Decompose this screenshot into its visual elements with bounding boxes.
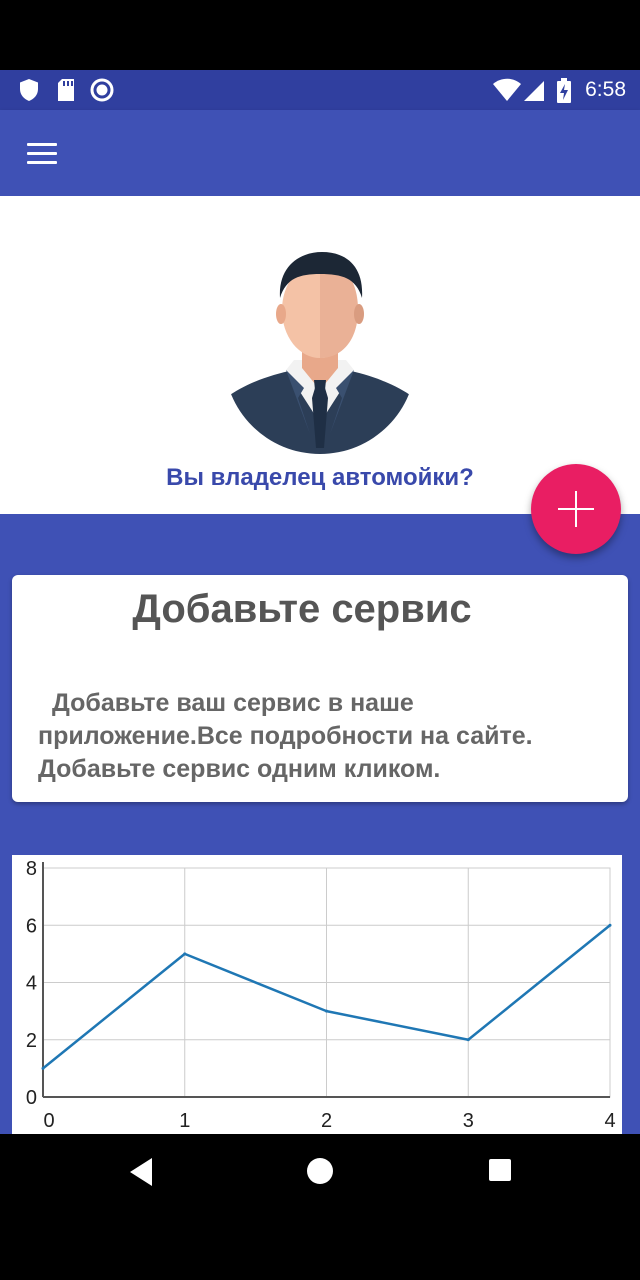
signal-icon [524, 81, 544, 101]
card-title: Добавьте сервис [132, 587, 472, 631]
hamburger-menu-icon-line [27, 151, 57, 155]
profile-header: Вы владелец автомойки? [0, 196, 640, 514]
navigation-bar [0, 1134, 640, 1210]
data-point [466, 1038, 470, 1042]
line-chart: 0 2 4 6 8 0 1 2 3 4 [26, 858, 616, 1132]
x-tick-label: 0 [43, 1110, 54, 1132]
card-text-line: Добавьте сервис одним кликом. [38, 755, 441, 783]
screen: 6:58 Вы владелец автомойки? Добавьте сер… [0, 0, 640, 1280]
data-point [325, 1009, 328, 1013]
recents-square-icon[interactable] [487, 1156, 513, 1184]
status-time: 6:58 [585, 78, 626, 101]
y-tick-label: 2 [26, 1030, 37, 1052]
y-tick-label: 6 [26, 915, 37, 937]
y-tick-label: 8 [26, 858, 37, 880]
add-service-card[interactable]: Добавьте сервис Добавьте ваш сервис в на… [12, 575, 628, 802]
chart-card: 0 2 4 6 8 0 1 2 3 4 [12, 855, 622, 1135]
data-point [41, 1066, 45, 1070]
businessman-avatar-icon [224, 252, 416, 454]
x-tick-label: 2 [321, 1110, 332, 1132]
card-text-line: приложение.Все подробности на сайте. [38, 722, 533, 750]
x-tick-label: 1 [179, 1110, 190, 1132]
data-point [183, 952, 187, 956]
plus-icon [558, 491, 594, 527]
shield-icon [20, 79, 38, 101]
back-triangle-icon[interactable] [126, 1156, 154, 1188]
hamburger-menu-icon-line [27, 160, 57, 164]
add-fab-button[interactable] [531, 464, 621, 554]
sd-card-icon [58, 79, 74, 101]
home-circle-icon[interactable] [305, 1156, 335, 1186]
card-description: Добавьте ваш сервис в наше приложение.Вс… [38, 687, 608, 786]
data-point [608, 923, 612, 927]
status-bar: 6:58 [0, 70, 640, 110]
menu-button[interactable] [22, 134, 62, 172]
y-tick-label: 0 [26, 1087, 37, 1109]
app-bar [0, 110, 640, 196]
x-tick-label: 3 [463, 1110, 474, 1132]
wifi-icon [493, 78, 521, 101]
battery-charging-icon [557, 78, 571, 103]
record-icon [90, 78, 114, 102]
hamburger-menu-icon [27, 142, 57, 146]
card-text-line: Добавьте ваш сервис в наше [52, 689, 414, 717]
y-tick-label: 4 [26, 973, 37, 995]
x-tick-label: 4 [604, 1110, 615, 1132]
